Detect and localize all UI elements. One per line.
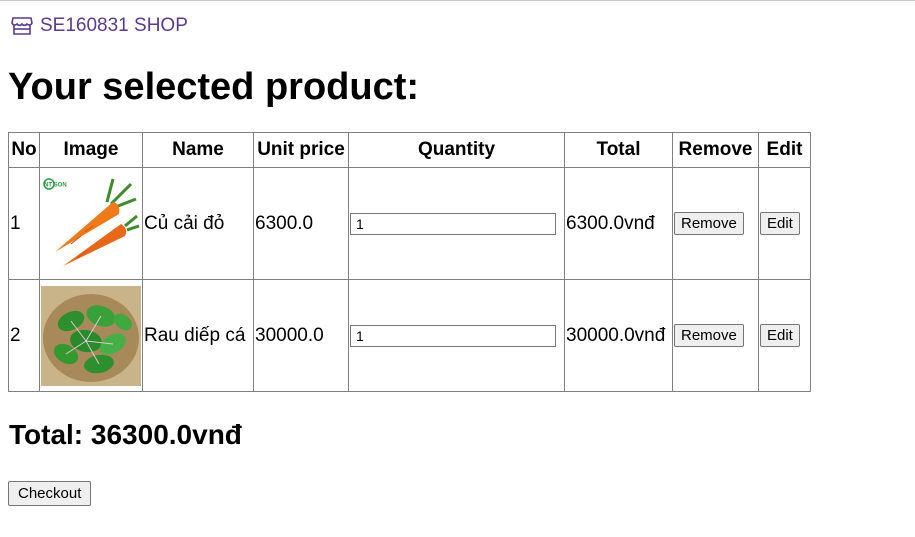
row-number: 1 — [8, 167, 40, 280]
remove-button[interactable]: Remove — [674, 324, 744, 347]
checkout-button[interactable]: Checkout — [8, 481, 92, 506]
edit-cell: Edit — [758, 279, 811, 392]
product-name: Củ cải đỏ — [142, 167, 254, 280]
product-image-cell — [39, 279, 143, 392]
column-header-no: No — [8, 132, 40, 168]
row-total: 6300.0vnđ — [564, 167, 673, 280]
product-name: Rau diếp cá — [142, 279, 254, 392]
column-header-quantity: Quantity — [348, 132, 565, 168]
top-divider — [0, 0, 915, 1]
column-header-unit-price: Unit price — [253, 132, 349, 168]
image-badge: NT SON — [44, 182, 67, 188]
quantity-cell — [348, 279, 565, 392]
quantity-input[interactable] — [350, 212, 556, 235]
page-title: Your selected product: — [8, 66, 420, 108]
shop-home-link[interactable]: SE160831 SHOP — [10, 14, 188, 38]
carrot-image: NT SON — [41, 173, 141, 274]
row-total: 30000.0vnđ — [564, 279, 673, 392]
edit-button[interactable]: Edit — [760, 212, 800, 235]
edit-button[interactable]: Edit — [760, 324, 800, 347]
column-header-edit: Edit — [758, 132, 811, 168]
column-header-name: Name — [142, 132, 254, 168]
remove-button[interactable]: Remove — [674, 212, 744, 235]
column-header-remove: Remove — [672, 132, 759, 168]
column-header-total: Total — [564, 132, 673, 168]
quantity-cell — [348, 167, 565, 280]
shop-link-label: SE160831 SHOP — [40, 15, 188, 36]
fish-mint-leaves-image — [41, 285, 141, 386]
cart-table: No Image Name Unit price Quantity Total … — [8, 132, 811, 392]
table-row: 2 Rau diếp cá 30000.0 1 30000.0vnđ Remov… — [8, 279, 811, 392]
edit-cell: Edit — [758, 167, 811, 280]
unit-price: 6300.0 — [253, 167, 349, 280]
table-row: 1 NT SON Củ cải đỏ 6300.0 6300.0vnđ — [8, 167, 811, 280]
store-icon — [10, 14, 34, 38]
table-header-row: No Image Name Unit price Quantity Total … — [8, 132, 811, 168]
row-number: 2 — [8, 279, 40, 392]
grand-total: Total: 36300.0vnđ — [9, 419, 242, 450]
column-header-image: Image — [39, 132, 143, 168]
remove-cell: Remove — [672, 167, 759, 280]
remove-cell: Remove — [672, 279, 759, 392]
product-image-cell: NT SON — [39, 167, 143, 280]
unit-price: 30000.0 — [253, 279, 349, 392]
quantity-input[interactable] — [350, 324, 556, 347]
